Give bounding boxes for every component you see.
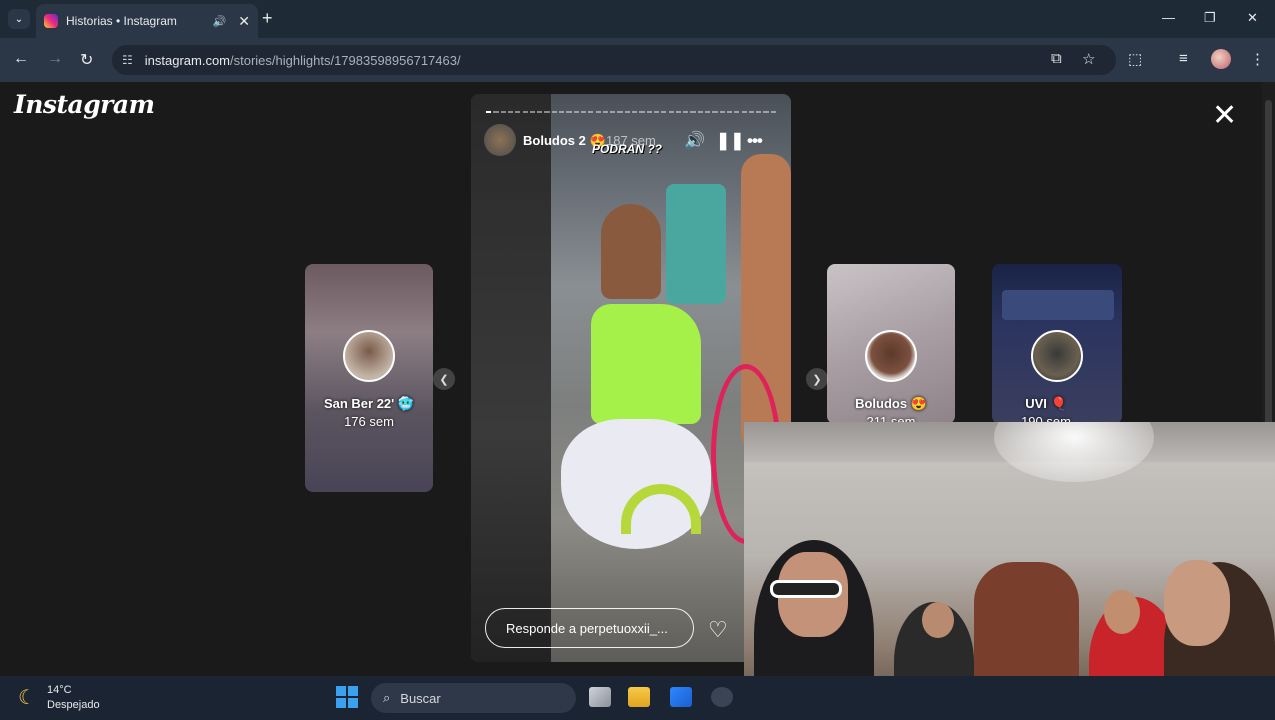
back-icon[interactable]: ← — [13, 50, 29, 68]
search-placeholder: Buscar — [400, 690, 441, 706]
file-explorer-icon[interactable] — [628, 687, 650, 707]
store-icon[interactable] — [670, 687, 692, 707]
reload-icon[interactable]: ↻ — [80, 50, 93, 70]
tab-title: Historias • Instagram — [66, 14, 177, 28]
progress-segment — [566, 111, 572, 113]
progress-segment — [595, 111, 601, 113]
progress-segment — [697, 111, 703, 113]
story-avatar — [1031, 330, 1083, 382]
progress-segment — [668, 111, 674, 113]
url-path: /stories/highlights/17983598956717463/ — [230, 52, 461, 68]
story-user-avatar[interactable] — [484, 124, 516, 156]
bookmark-star-icon[interactable]: ☆ — [1082, 50, 1095, 68]
profile-avatar[interactable] — [1211, 49, 1231, 69]
progress-segment — [639, 111, 645, 113]
story-thumbnail-time: 176 sem — [344, 414, 394, 429]
story-progress-bar — [486, 111, 776, 114]
search-icon: ⌕ — [383, 690, 391, 705]
progress-segment — [646, 111, 652, 113]
close-viewer-button[interactable]: ✕ — [1212, 98, 1237, 133]
event-poster-image — [1002, 290, 1114, 320]
story-avatar — [865, 330, 917, 382]
progress-segment — [573, 111, 579, 113]
menu-icon[interactable]: ⋮ — [1250, 50, 1265, 68]
progress-segment — [748, 111, 755, 113]
story-thumbnail-name: UVI 🎈 — [1025, 396, 1067, 411]
progress-segment — [741, 111, 747, 113]
progress-segment — [719, 111, 725, 113]
pause-icon[interactable]: ❚❚ — [716, 131, 745, 151]
progress-segment — [500, 111, 506, 113]
story-overlay-text: PODRAN ?? — [592, 142, 662, 156]
extensions-icon[interactable]: ⬚ — [1128, 50, 1142, 68]
story-avatar — [343, 330, 395, 382]
start-menu-icon[interactable] — [336, 686, 358, 708]
weather-temperature[interactable]: 14°C — [47, 684, 72, 696]
current-story-media[interactable] — [471, 94, 791, 662]
progress-segment — [559, 111, 565, 113]
browser-tab[interactable]: Historias • Instagram 🔊 ✕ — [36, 4, 258, 38]
task-view-icon[interactable] — [589, 687, 611, 707]
progress-segment — [712, 111, 718, 113]
progress-segment — [653, 111, 660, 113]
instagram-favicon-icon — [44, 14, 58, 28]
prev-story-arrow[interactable]: ❮ — [433, 368, 455, 390]
next-story-arrow[interactable]: ❯ — [806, 368, 828, 390]
url-host: instagram.com — [144, 52, 231, 68]
speaker-icon[interactable]: 🔊 — [213, 15, 227, 28]
progress-segment — [683, 111, 689, 113]
story-thumbnail-name: Boludos 😍 — [855, 396, 927, 411]
moon-icon[interactable]: ☾ — [18, 685, 36, 710]
taskbar-search[interactable]: ⌕ Buscar — [371, 683, 576, 713]
media-controls-icon[interactable]: ≡ — [1179, 50, 1188, 67]
progress-segment — [726, 111, 733, 113]
story-thumbnail-name: San Ber 22' 🥶 — [323, 396, 415, 411]
weather-condition[interactable]: Despejado — [47, 699, 100, 711]
apps-icon[interactable] — [711, 687, 733, 707]
more-options-icon[interactable]: ••• — [747, 131, 763, 151]
install-app-icon[interactable]: ⧉ — [1051, 50, 1062, 67]
like-heart-icon[interactable]: ♡ — [708, 617, 728, 643]
progress-segment — [624, 111, 630, 113]
progress-segment — [675, 111, 682, 113]
progress-segment — [610, 111, 616, 113]
address-bar[interactable]: ☷ instagram.com /stories/highlights/1798… — [112, 45, 1116, 75]
minimize-button[interactable]: — — [1162, 10, 1175, 25]
progress-segment — [507, 111, 514, 113]
tab-close-button[interactable]: ✕ — [238, 13, 250, 30]
progress-segment — [770, 111, 776, 113]
progress-segment — [705, 111, 711, 113]
progress-segment — [580, 111, 587, 113]
progress-segment — [690, 111, 696, 113]
progress-segment — [602, 111, 609, 113]
progress-segment — [493, 111, 499, 113]
progress-segment — [522, 111, 528, 113]
tab-list-button[interactable]: ⌄ — [8, 9, 30, 29]
progress-segment — [537, 111, 543, 113]
site-settings-icon[interactable]: ☷ — [122, 53, 133, 67]
progress-segment — [529, 111, 536, 113]
progress-segment — [756, 111, 762, 113]
progress-segment — [632, 111, 638, 113]
progress-segment — [617, 111, 623, 113]
progress-segment — [734, 111, 740, 113]
progress-segment — [551, 111, 557, 113]
progress-segment — [544, 111, 550, 113]
progress-segment — [763, 111, 769, 113]
window-close-button[interactable]: ✕ — [1247, 10, 1258, 26]
progress-segment — [486, 111, 492, 113]
new-tab-button[interactable]: + — [262, 8, 273, 29]
progress-segment — [515, 111, 521, 113]
reply-input[interactable]: Responde a perpetuoxxii_... — [485, 608, 694, 648]
volume-icon[interactable]: 🔊 — [684, 131, 705, 151]
progress-segment — [588, 111, 594, 113]
restore-button[interactable]: ❐ — [1204, 10, 1216, 26]
progress-segment — [661, 111, 667, 113]
instagram-logo[interactable]: Instagram — [14, 90, 155, 119]
forward-icon[interactable]: → — [47, 50, 63, 68]
